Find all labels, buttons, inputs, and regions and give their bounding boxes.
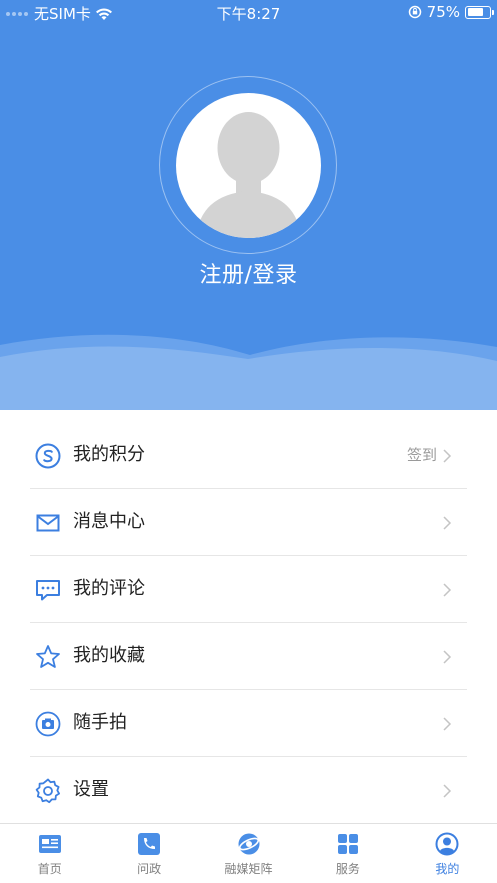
points-icon	[35, 443, 61, 469]
menu-label: 随手拍	[73, 712, 127, 733]
menu-label: 消息中心	[73, 511, 145, 532]
login-register-link[interactable]: 注册/登录	[0, 257, 497, 289]
home-news-icon	[38, 835, 61, 853]
menu-label: 设置	[73, 779, 109, 800]
status-right: 75%	[408, 3, 494, 21]
grid-icon	[337, 834, 358, 854]
menu-label: 我的积分	[73, 444, 145, 465]
tab-home[interactable]: 首页	[0, 824, 99, 883]
phone-icon	[138, 833, 161, 855]
tab-inquiry[interactable]: 问政	[99, 824, 198, 883]
tab-services[interactable]: 服务	[298, 824, 397, 883]
gear-icon	[35, 778, 61, 804]
menu-label: 我的收藏	[73, 645, 145, 666]
menu-item-comments[interactable]: 我的评论	[0, 556, 497, 623]
menu-label: 我的评论	[73, 578, 145, 599]
camera-icon	[35, 711, 61, 737]
chevron-right-icon	[443, 650, 452, 664]
status-bar: 无SIM卡 下午8:27 75%	[0, 0, 497, 24]
tab-label: 首页	[37, 862, 62, 876]
profile-header: 无SIM卡 下午8:27 75% 注册/登录	[0, 0, 497, 410]
tab-label: 融媒矩阵	[224, 862, 273, 876]
checkin-link[interactable]: 签到	[407, 445, 437, 465]
chevron-right-icon	[443, 449, 452, 463]
menu-item-settings[interactable]: 设置	[0, 757, 497, 824]
comment-icon	[35, 577, 61, 603]
tab-label: 我的	[435, 862, 460, 876]
chevron-right-icon	[443, 583, 452, 597]
battery-icon	[465, 5, 494, 19]
tab-bar: 首页 问政 融媒矩阵 服务 我的	[0, 823, 497, 883]
tab-label: 问政	[137, 862, 162, 876]
menu-list: 我的积分 签到 消息中心 我的评论 我的收藏 随手拍 设置	[0, 422, 497, 824]
user-icon	[435, 832, 459, 856]
rotation-lock-icon	[408, 5, 421, 19]
avatar[interactable]	[176, 93, 321, 238]
header-waves	[0, 334, 497, 410]
chevron-right-icon	[443, 784, 452, 798]
mail-icon	[35, 510, 61, 536]
battery-percent: 75%	[426, 3, 460, 21]
tab-media-matrix[interactable]: 融媒矩阵	[199, 824, 298, 883]
menu-item-messages[interactable]: 消息中心	[0, 489, 497, 556]
chevron-right-icon	[443, 717, 452, 731]
chevron-right-icon	[443, 516, 452, 530]
tab-label: 服务	[335, 862, 360, 876]
globe-icon	[238, 833, 260, 855]
default-user-icon	[196, 112, 301, 238]
menu-item-favorites[interactable]: 我的收藏	[0, 623, 497, 690]
tab-mine[interactable]: 我的	[398, 824, 497, 883]
menu-item-points[interactable]: 我的积分 签到	[0, 422, 497, 489]
profile-screen: 无SIM卡 下午8:27 75% 注册/登录 我的积分 签到 消息中心 我的评论…	[0, 0, 497, 883]
star-icon	[35, 644, 61, 670]
menu-item-snapshot[interactable]: 随手拍	[0, 690, 497, 757]
